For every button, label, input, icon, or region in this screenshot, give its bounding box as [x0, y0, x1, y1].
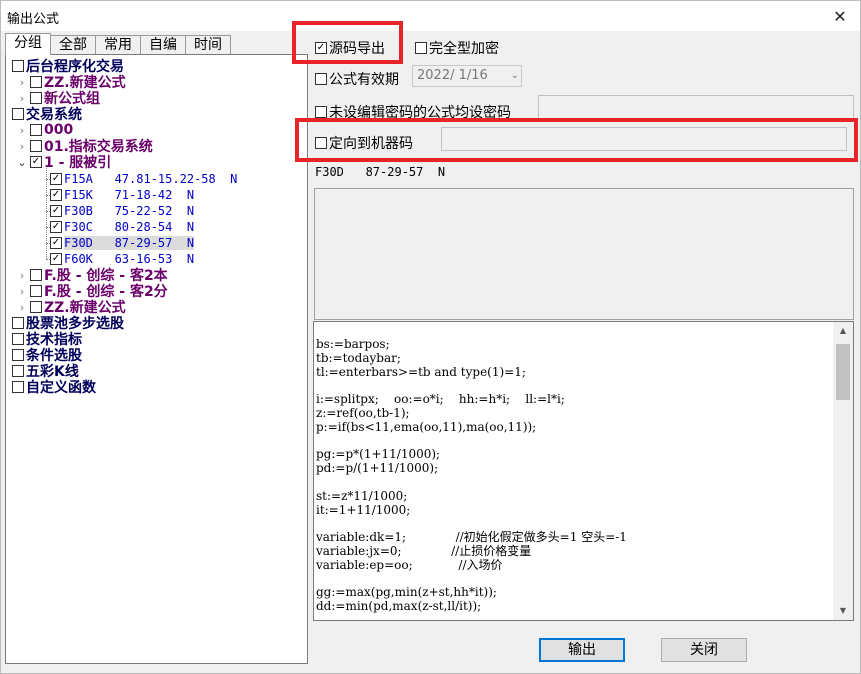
- code-line: pg:=p*(1+11/1000);: [316, 447, 441, 462]
- code-line: tb:=todaybar;: [316, 350, 401, 365]
- checkbox[interactable]: [12, 108, 24, 120]
- scroll-up-icon[interactable]: ▲: [833, 322, 853, 340]
- tree-node-group-1[interactable]: ⌄ ✓ 1 - 服被引: [16, 154, 111, 171]
- chevron-right-icon[interactable]: ›: [16, 92, 28, 105]
- close-button[interactable]: 关闭: [661, 638, 747, 662]
- tree-node-custom-func[interactable]: 自定义函数: [12, 379, 96, 396]
- highlight-box: [295, 118, 858, 162]
- chevron-right-icon[interactable]: ›: [16, 285, 28, 298]
- checkbox[interactable]: ✓: [50, 205, 62, 217]
- checkbox[interactable]: [30, 269, 42, 281]
- code-line: pd:=p/(1+11/1000);: [316, 461, 439, 476]
- checkbox[interactable]: [12, 349, 24, 361]
- chevron-right-icon[interactable]: ›: [16, 76, 28, 89]
- chevron-right-icon[interactable]: ›: [16, 269, 28, 282]
- code-line: i:=splitpx; oo:=o*i; hh:=h*i; ll:=l*i;: [316, 392, 565, 407]
- code-line: bs:=barpos;: [316, 337, 390, 351]
- chevron-right-icon[interactable]: ›: [16, 140, 28, 153]
- tree-leaf[interactable]: ✓ F30B 75-22-52 N: [50, 203, 194, 219]
- code-line: dd:=min(pd,max(z-st,ll/it));: [316, 599, 482, 614]
- checkbox[interactable]: ✓: [50, 189, 62, 201]
- title-bar: 输出公式 ✕: [1, 1, 860, 31]
- checkbox[interactable]: [12, 365, 24, 377]
- chevron-right-icon[interactable]: ›: [16, 301, 28, 314]
- checkbox[interactable]: [30, 124, 42, 136]
- checkbox[interactable]: ✓: [50, 237, 62, 249]
- full-encrypt-checkbox[interactable]: 完全型加密: [415, 38, 499, 58]
- window-title: 输出公式: [7, 12, 60, 27]
- tab-common[interactable]: 常用: [95, 35, 141, 55]
- tab-all[interactable]: 全部: [50, 35, 96, 55]
- formula-tree[interactable]: 后台程序化交易 › ZZ.新建公式 › 新公式组 交易系统 › 000 › 01…: [5, 54, 308, 664]
- code-line: variable:jx=0; //止损价格变量: [316, 543, 532, 558]
- checkbox[interactable]: ✓: [50, 253, 62, 265]
- tree-node-trading-system[interactable]: 交易系统: [12, 106, 82, 123]
- export-formula-dialog: 输出公式 ✕ 分组 全部 常用 自编 时间 后台程序化交易 › ZZ.新建公式 …: [0, 0, 861, 674]
- checkbox[interactable]: ✓: [50, 221, 62, 233]
- chevron-down-icon[interactable]: ⌄: [511, 66, 519, 86]
- valid-period-checkbox[interactable]: 公式有效期: [315, 69, 399, 89]
- tree-leaf[interactable]: ✓ F30C 80-28-54 N: [50, 219, 194, 235]
- valid-date-picker[interactable]: 2022/ 1/16 ⌄: [412, 65, 522, 87]
- chevron-right-icon[interactable]: ›: [16, 124, 28, 137]
- tree-connector: [46, 168, 47, 259]
- checkbox[interactable]: ✓: [50, 173, 62, 185]
- checkbox[interactable]: [30, 285, 42, 297]
- checkbox[interactable]: [12, 317, 24, 329]
- formula-source-view[interactable]: bs:=barpos; tb:=todaybar; tl:=enterbars>=t…: [313, 321, 854, 621]
- vertical-scrollbar[interactable]: ▲ ▼: [833, 322, 853, 620]
- output-button[interactable]: 输出: [539, 638, 625, 662]
- tab-custom[interactable]: 自编: [140, 35, 186, 55]
- tab-group[interactable]: 分组: [5, 33, 51, 55]
- checkbox[interactable]: [30, 92, 42, 104]
- checkbox[interactable]: [315, 73, 327, 85]
- code-line: gg:=max(pg,min(z+st,hh*it));: [316, 585, 497, 600]
- checkbox[interactable]: [30, 140, 42, 152]
- code-line: it:=1+11/1000;: [316, 502, 411, 517]
- checkbox[interactable]: [30, 301, 42, 313]
- checkbox[interactable]: [415, 42, 427, 54]
- close-icon[interactable]: ✕: [820, 1, 860, 31]
- code-line: p:=if(bs<11,ema(oo,11),ma(oo,11));: [316, 419, 537, 434]
- checkbox[interactable]: [30, 76, 42, 88]
- code-line: variable:dk=1; //初始化假定做多头=1 空头=-1: [316, 530, 627, 545]
- formula-description-box: [314, 188, 854, 320]
- tab-strip: 分组 全部 常用 自编 时间: [5, 33, 231, 55]
- tab-time[interactable]: 时间: [185, 35, 231, 55]
- password-input[interactable]: [538, 95, 854, 119]
- checkbox[interactable]: ✓: [30, 156, 42, 168]
- checkbox[interactable]: [12, 333, 24, 345]
- code-line: tl:=enterbars>=tb and type(1)=1;: [316, 364, 526, 379]
- scroll-down-icon[interactable]: ▼: [833, 602, 853, 620]
- selected-formula-label: F30D 87-29-57 N: [315, 165, 446, 179]
- tree-leaf[interactable]: ✓ F15A 47.81-15.22-58 N: [50, 171, 237, 187]
- chevron-down-icon[interactable]: ⌄: [16, 156, 28, 169]
- code-line: st:=z*11/1000;: [316, 488, 408, 503]
- code-line: z:=ref(oo,tb-1);: [316, 405, 410, 420]
- scroll-thumb[interactable]: [836, 344, 850, 400]
- highlight-box: [292, 21, 403, 64]
- source-code-lines: bs:=barpos; tb:=todaybar; tl:=enterbars>=t…: [316, 337, 831, 614]
- tree-leaf-selected[interactable]: ✓ F30D 87-29-57 N: [50, 235, 195, 251]
- checkbox[interactable]: [315, 106, 327, 118]
- checkbox[interactable]: [12, 60, 24, 72]
- code-line: variable:ep=oo; //入场价: [316, 557, 503, 572]
- checkbox[interactable]: [12, 381, 24, 393]
- tree-leaf[interactable]: ✓ F15K 71-18-42 N: [50, 187, 194, 203]
